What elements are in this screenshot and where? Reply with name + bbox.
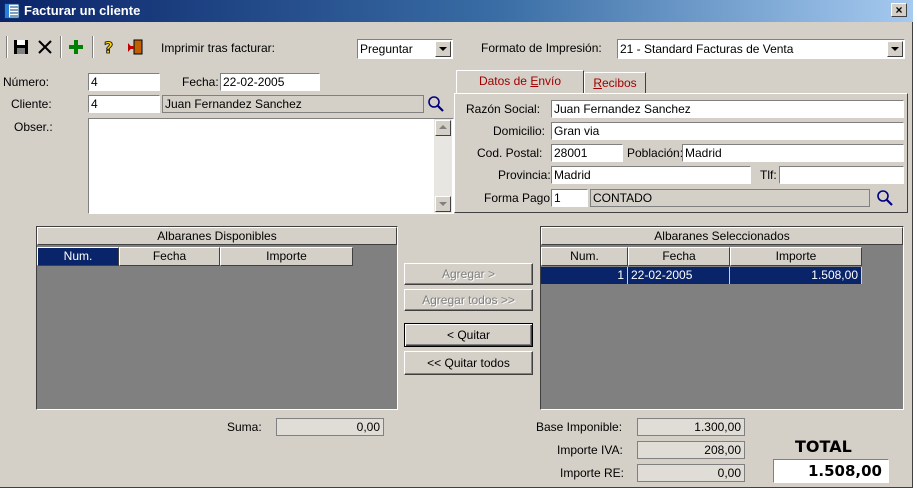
print-format-value: 21 - Standard Facturas de Venta xyxy=(620,42,794,56)
svg-text:?: ? xyxy=(104,38,113,56)
tab-label: ecibos xyxy=(601,76,637,90)
total-field: 1.508,00 xyxy=(773,459,889,483)
search-icon[interactable] xyxy=(427,95,445,113)
print-format-label: Formato de Impresión: xyxy=(481,41,602,55)
date-field[interactable]: 22-02-2005 xyxy=(220,73,320,91)
provincia-field[interactable]: Madrid xyxy=(551,166,751,184)
forma-pago-name-field: CONTADO xyxy=(590,189,870,207)
toolbar-grip xyxy=(6,36,8,58)
window-title: Facturar un cliente xyxy=(24,3,141,18)
poblacion-label: Población: xyxy=(627,146,684,160)
tlf-field[interactable] xyxy=(779,166,904,184)
tab-datos-envio[interactable]: Datos de Envío xyxy=(456,70,584,94)
selected-col-fecha[interactable]: Fecha xyxy=(628,247,730,266)
number-label: Número: xyxy=(3,75,50,89)
poblacion-field[interactable]: Madrid xyxy=(682,144,904,162)
row-importe: 1.508,00 xyxy=(730,267,862,284)
iva-label: Importe IVA: xyxy=(557,443,623,457)
client-name-field: Juan Fernandez Sanchez xyxy=(162,95,424,113)
row-num: 1 xyxy=(541,267,628,284)
exit-icon[interactable] xyxy=(126,38,144,56)
invoice-window: Facturar un cliente × ? Imprimir tras fa… xyxy=(0,0,913,488)
window-close-button[interactable]: × xyxy=(891,3,907,17)
tab-accelerator: R xyxy=(593,76,602,90)
available-col-fecha[interactable]: Fecha xyxy=(119,247,220,266)
print-after-label: Imprimir tras facturar: xyxy=(161,41,276,55)
forma-pago-code-field[interactable]: 1 xyxy=(551,189,588,207)
razon-social-label: Razón Social: xyxy=(466,102,541,116)
add-icon[interactable] xyxy=(67,38,85,56)
postal-code-field[interactable]: 28001 xyxy=(551,144,623,162)
row-fecha: 22-02-2005 xyxy=(628,267,730,284)
postal-code-label: Cod. Postal: xyxy=(477,146,543,160)
client-id-field[interactable]: 4 xyxy=(88,95,160,113)
selected-col-importe[interactable]: Importe xyxy=(730,247,862,266)
selected-grid-title: Albaranes Seleccionados xyxy=(541,227,903,245)
close-icon[interactable] xyxy=(36,38,54,56)
notes-label: Obser.: xyxy=(14,120,53,134)
add-all-button[interactable]: Agregar todos >> xyxy=(404,289,533,311)
notes-scrollbar[interactable] xyxy=(434,119,452,213)
base-label: Base Imponible: xyxy=(536,420,623,434)
available-grid-title: Albaranes Disponibles xyxy=(37,227,397,245)
sum-field: 0,00 xyxy=(276,418,384,436)
app-icon xyxy=(4,3,20,19)
selected-col-num[interactable]: Num. xyxy=(541,247,628,266)
number-field[interactable]: 4 xyxy=(88,73,160,91)
remove-all-button[interactable]: << Quitar todos xyxy=(404,351,533,375)
help-icon[interactable]: ? xyxy=(100,38,118,56)
chevron-down-icon[interactable] xyxy=(887,41,903,57)
toolbar-separator xyxy=(60,36,62,58)
re-field: 0,00 xyxy=(637,464,745,482)
total-label: TOTAL xyxy=(795,437,852,456)
toolbar-separator xyxy=(92,36,94,58)
chevron-down-icon[interactable] xyxy=(435,41,451,57)
tab-recibos[interactable]: Recibos xyxy=(584,72,646,94)
search-icon[interactable] xyxy=(876,189,894,207)
forma-pago-label: Forma Pago: xyxy=(484,191,554,205)
provincia-label: Provincia: xyxy=(498,168,551,182)
domicilio-label: Domicilio: xyxy=(493,124,546,138)
available-col-num[interactable]: Num. xyxy=(37,247,119,266)
date-label: Fecha: xyxy=(182,75,219,89)
scroll-down-icon[interactable] xyxy=(435,196,451,212)
save-icon[interactable] xyxy=(12,38,30,56)
re-label: Importe RE: xyxy=(560,466,625,480)
client-label: Cliente: xyxy=(11,97,52,111)
sum-label: Suma: xyxy=(227,420,262,434)
tab-label: Datos de xyxy=(478,74,531,88)
razon-social-field[interactable]: Juan Fernandez Sanchez xyxy=(551,100,904,118)
domicilio-field[interactable]: Gran via xyxy=(551,122,904,140)
print-format-select[interactable]: 21 - Standard Facturas de Venta xyxy=(617,39,905,59)
print-after-select[interactable]: Preguntar xyxy=(357,39,453,59)
available-grid[interactable]: Albaranes Disponibles Num. Fecha Importe xyxy=(36,226,398,410)
remove-button[interactable]: < Quitar xyxy=(404,323,533,347)
selected-grid[interactable]: Albaranes Seleccionados Num. Fecha Impor… xyxy=(540,226,904,410)
title-bar[interactable]: Facturar un cliente × xyxy=(0,0,913,22)
tab-label: nvío xyxy=(538,74,562,88)
scroll-up-icon[interactable] xyxy=(435,120,451,136)
base-field: 1.300,00 xyxy=(637,418,745,436)
iva-field: 208,00 xyxy=(637,441,745,459)
tlf-label: Tlf: xyxy=(760,168,777,182)
notes-textarea[interactable] xyxy=(88,118,454,214)
add-button[interactable]: Agregar > xyxy=(404,263,533,285)
print-after-value: Preguntar xyxy=(360,42,413,56)
available-col-importe[interactable]: Importe xyxy=(220,247,353,266)
